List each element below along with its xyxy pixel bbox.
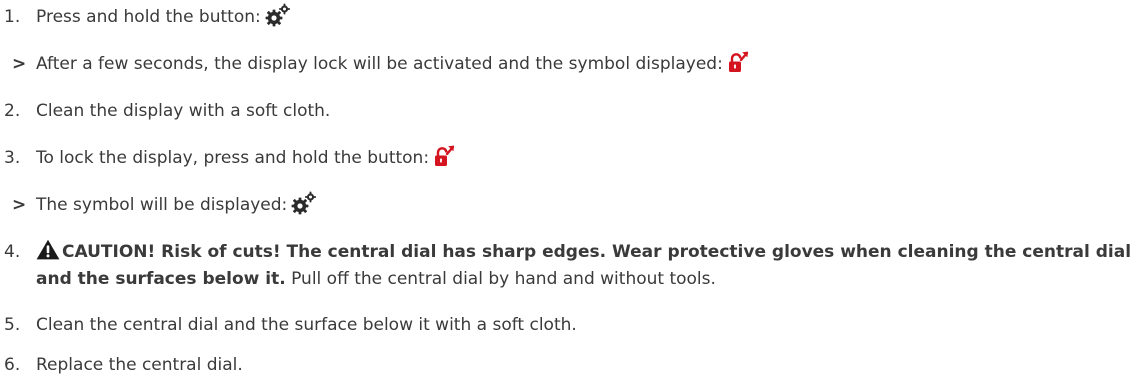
- unlock-icon: [727, 50, 749, 74]
- cleaning-instructions: 1. Press and hold the button: > After a …: [0, 0, 1140, 383]
- result-marker: >: [12, 195, 27, 215]
- step-number: 6.: [4, 355, 21, 375]
- step-number: 3.: [4, 148, 21, 168]
- step-text: Replace the central dial.: [36, 355, 243, 375]
- step-text: Pull off the central dial by hand and wi…: [285, 269, 716, 289]
- step-text: Press and hold the button:: [36, 7, 261, 27]
- result-marker: >: [12, 54, 27, 74]
- step-text: Clean the central dial and the surface b…: [36, 315, 577, 335]
- unlock-icon: [433, 144, 455, 168]
- step-text: To lock the display, press and hold the …: [36, 148, 430, 168]
- result-text: After a few seconds, the display lock wi…: [36, 54, 723, 74]
- step-number: 1.: [4, 7, 21, 27]
- step-number: 2.: [4, 101, 21, 121]
- gears-icon: [265, 3, 291, 27]
- result-text: The symbol will be displayed:: [36, 195, 288, 215]
- step-number: 4.: [4, 242, 21, 262]
- step-number: 5.: [4, 315, 21, 335]
- warning-triangle-icon: [36, 239, 60, 260]
- step-text: Clean the display with a soft cloth.: [36, 101, 331, 121]
- gears-icon: [291, 191, 317, 215]
